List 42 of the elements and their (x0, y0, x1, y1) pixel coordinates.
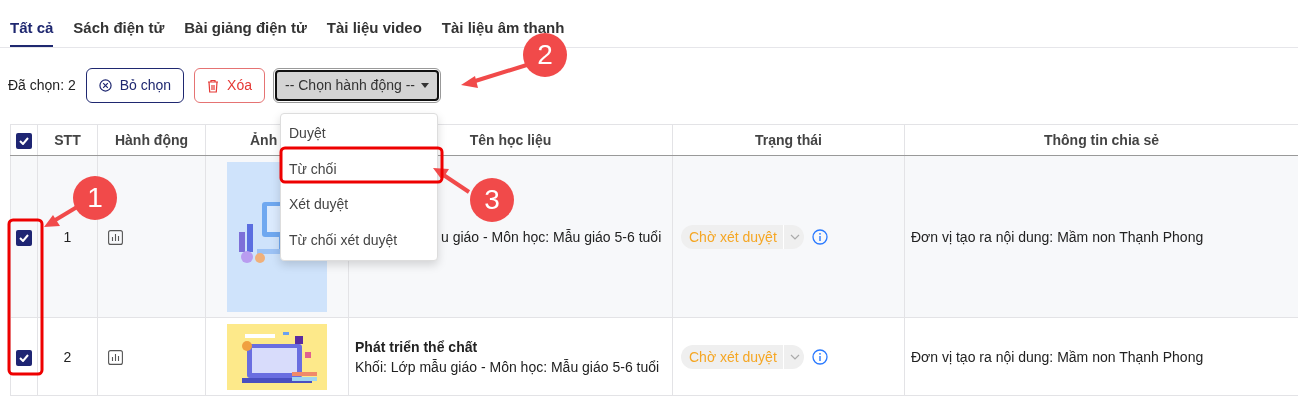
column-header: Hành động (114, 131, 189, 148)
trash-icon (207, 78, 220, 93)
menu-item[interactable]: Duyệt (281, 116, 437, 152)
check-icon (19, 353, 29, 362)
table-cell: 2 (63, 348, 72, 365)
row-checkbox[interactable] (16, 349, 32, 366)
menu-item[interactable]: Từ chối xét duyệt (281, 222, 437, 258)
table-cell: Đơn vị tạo ra nội dung: Mầm non Thạnh Phong (911, 348, 1204, 365)
tab[interactable]: Tài liệu video (326, 0, 422, 47)
tab[interactable]: Bài giảng điện tử (184, 0, 307, 47)
close-circle-icon (98, 79, 112, 92)
menu-item[interactable]: Từ chối (281, 151, 437, 187)
annotation-arrow (433, 168, 471, 194)
statistics-icon[interactable] (108, 350, 123, 366)
chevron-down-icon (789, 233, 800, 240)
column-header: Ảnh (250, 131, 278, 148)
selection-count: Đã chọn: 2 (8, 76, 76, 95)
check-icon (19, 136, 29, 145)
column-header: Tên học liệu (469, 131, 552, 148)
table-cell: 1 (63, 228, 72, 245)
material-description: u giáo - Môn học: Mẫu giáo 5-6 tuổi (441, 227, 663, 247)
column-header: Trạng thái (755, 131, 822, 148)
material-description: Khối: Lớp mẫu giáo - Môn học: Mẫu giáo 5-6 tuổi (355, 357, 661, 377)
column-header: STT (54, 131, 81, 148)
row-checkbox[interactable] (16, 229, 32, 246)
column-header: Thông tin chia sẻ (1043, 131, 1160, 148)
tab[interactable]: Sách điện tử (73, 0, 165, 47)
caret-icon (421, 83, 429, 88)
tab[interactable]: Tất cả (10, 0, 54, 47)
info-icon[interactable] (811, 228, 828, 245)
deselect-button[interactable]: Bỏ chọn (85, 68, 185, 103)
material-title: Phát triển thể chất (355, 337, 479, 357)
step-marker: 2 (523, 33, 567, 77)
table-cell: Đơn vị tạo ra nội dung: Mầm non Thạnh Phong (911, 228, 1204, 245)
delete-button[interactable]: Xóa (194, 68, 265, 103)
info-icon[interactable] (811, 348, 828, 365)
check-icon (19, 233, 29, 242)
select-all-checkbox[interactable] (16, 132, 32, 149)
chevron-down-icon (789, 353, 800, 360)
action-select[interactable]: -- Chọn hành động -- (275, 70, 439, 101)
menu-item[interactable]: Xét duyệt (281, 187, 437, 223)
statistics-icon[interactable] (108, 230, 123, 246)
